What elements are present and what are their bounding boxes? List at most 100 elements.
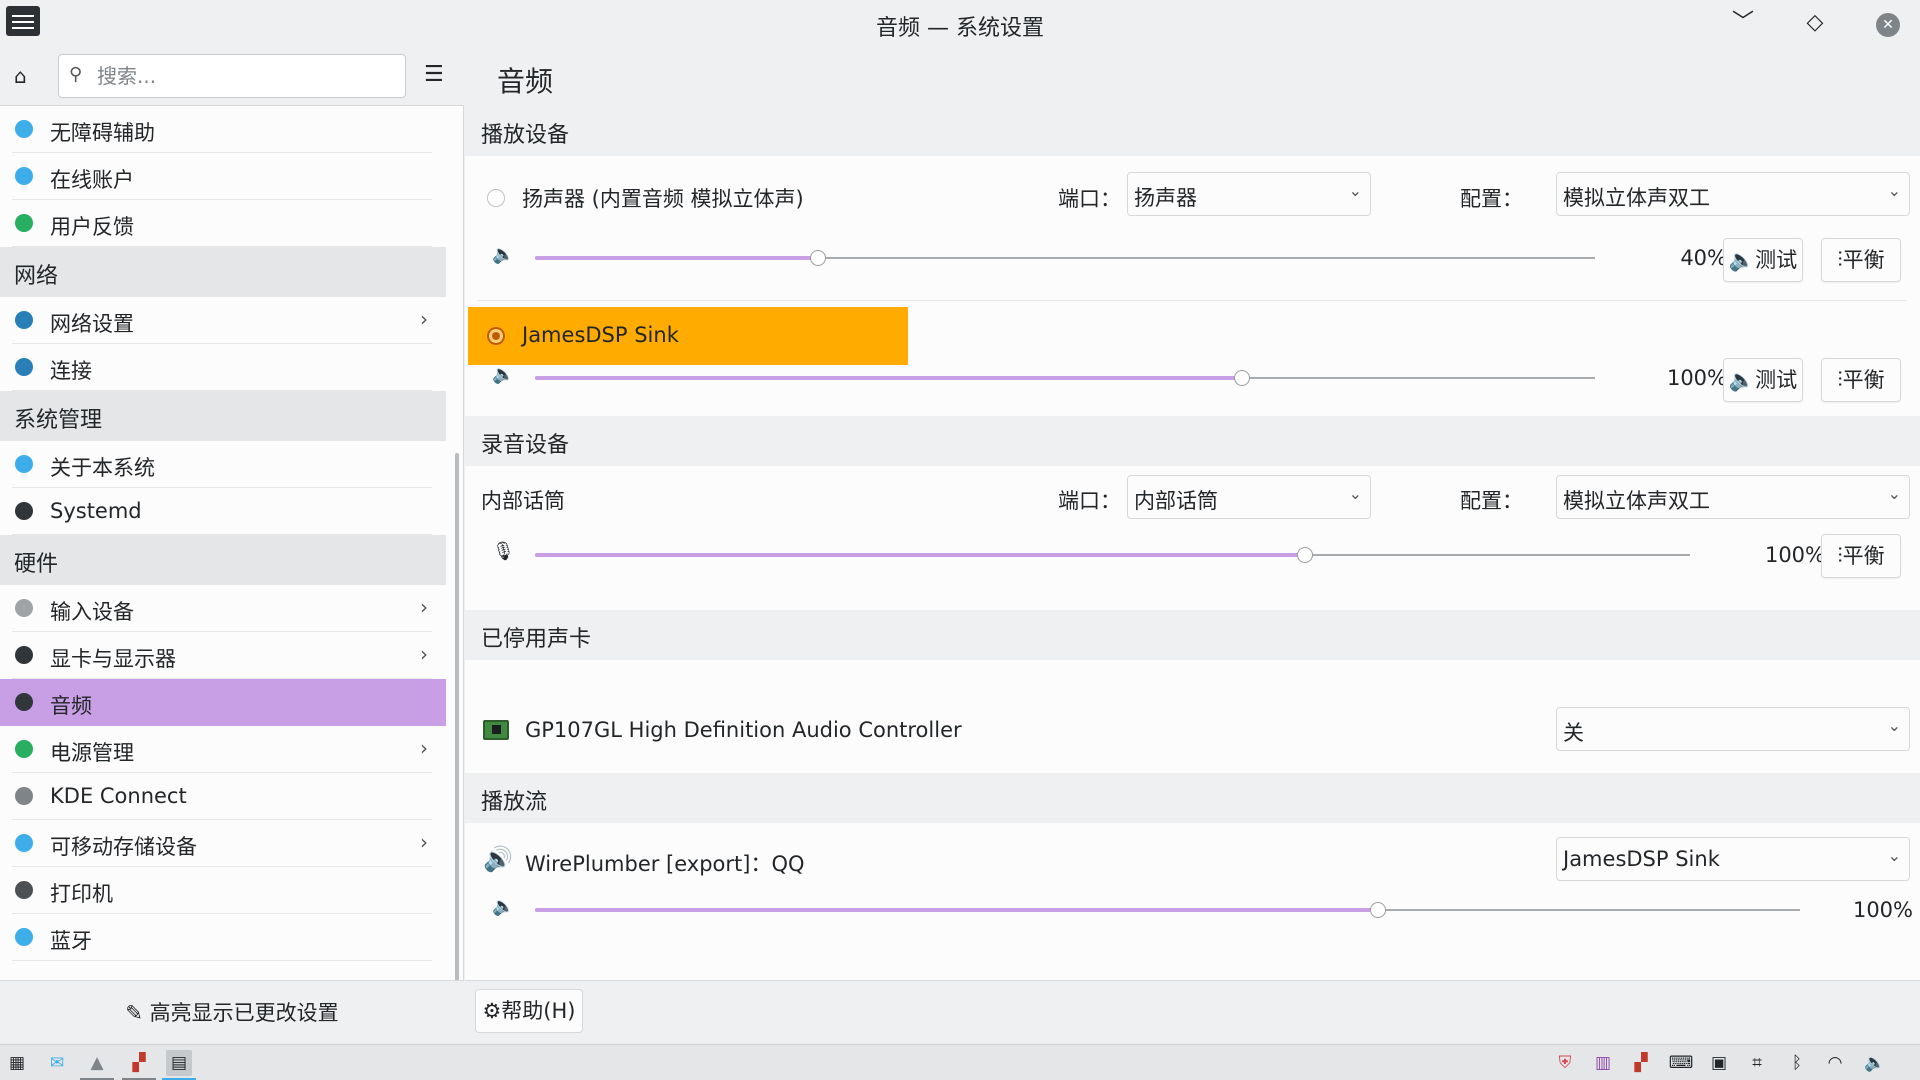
wifi-icon[interactable]: ◠ [1822, 1050, 1848, 1076]
device-name-speaker: 扬声器 (内置音频 模拟立体声) [522, 187, 804, 211]
profile-select-speaker[interactable]: 模拟立体声双工 ⌄ [1556, 172, 1910, 216]
slider-fill [535, 908, 1378, 912]
app-a-icon[interactable]: ▲ [84, 1050, 110, 1076]
sidebar-item[interactable]: 连接 [12, 344, 432, 391]
sidebar-item[interactable]: 音频 [0, 679, 446, 726]
slider-handle[interactable] [1234, 370, 1250, 386]
help-button[interactable]: ⚙帮助(H) [475, 989, 583, 1033]
section-playback-label: 播放设备 [481, 123, 570, 148]
close-button[interactable]: ✕ [1873, 8, 1903, 38]
sidebar-item-label: 打印机 [50, 882, 113, 906]
section-disabled-cards-label: 已停用声卡 [481, 627, 592, 652]
chevron-down-icon: ⌄ [1348, 484, 1362, 503]
sidebar-category: 硬件 [0, 535, 446, 585]
sidebar-item-label: 网络设置 [50, 312, 134, 336]
page-header: 音频 [465, 48, 1920, 106]
port-select-speaker[interactable]: 扬声器 ⌄ [1127, 172, 1371, 216]
chevron-down-icon: ⌄ [1887, 181, 1901, 200]
volume-slider-jamesdsp[interactable] [535, 368, 1595, 388]
home-button[interactable]: ⌂ [14, 64, 27, 88]
balance-button-jamesdsp[interactable]: ⫶平衡 [1821, 358, 1901, 402]
sidebar-item[interactable]: 关于本系统 [12, 441, 432, 488]
test-button-speaker[interactable]: 🔈测试 [1723, 238, 1803, 282]
search-box[interactable]: ⚲ [58, 54, 406, 98]
minimize-button[interactable]: ﹀ [1728, 8, 1758, 38]
audio-icon [15, 693, 33, 711]
profile-select-mic[interactable]: 模拟立体声双工 ⌄ [1556, 475, 1910, 519]
sidebar-item[interactable]: 打印机 [12, 867, 432, 914]
volume-slider-speaker[interactable] [535, 248, 1595, 268]
sidebar-item[interactable]: 网络设置 › [12, 297, 432, 344]
device-name-internal-mic: 内部话筒 [481, 489, 565, 513]
highlight-changed-settings-button[interactable]: ✎ 高亮显示已更改设置 [0, 997, 464, 1027]
slider-handle[interactable] [1370, 902, 1386, 918]
sidebar-item[interactable]: 蓝牙 [12, 914, 432, 961]
microphone-icon[interactable]: 🎙 [492, 541, 515, 562]
stream-target-select[interactable]: JamesDSP Sink ⌄ [1556, 837, 1910, 881]
sidebar-item[interactable]: KDE Connect [12, 773, 432, 820]
sidebar-item[interactable]: 显卡与显示器 › [12, 632, 432, 679]
printer-icon [15, 881, 33, 899]
test-button-jamesdsp[interactable]: 🔈测试 [1723, 358, 1803, 402]
sidebar-item[interactable]: 在线账户 [12, 153, 432, 200]
volume-percent-mic: 100% [1764, 543, 1825, 567]
volume-percent-jamesdsp: 100% [1666, 366, 1727, 390]
section-disabled-cards-header: 已停用声卡 [465, 610, 1920, 660]
sidebar-footer: ✎ 高亮显示已更改设置 [0, 980, 464, 1042]
sidebar-category: 系统管理 [0, 391, 446, 441]
sidebar-item[interactable]: Systemd [12, 488, 432, 535]
volume-percent-stream: 100% [1852, 898, 1913, 922]
title-bar: 音频 — 系统设置 ﹀ ◇ ✕ [0, 0, 1920, 48]
slider-handle[interactable] [810, 250, 826, 266]
sidebar-item[interactable]: 输入设备 › [12, 585, 432, 632]
sidebar-category-label: 硬件 [14, 552, 59, 577]
balance-button-speaker[interactable]: ⫶平衡 [1821, 238, 1901, 282]
keyboard-icon[interactable]: ⌗ [1744, 1050, 1770, 1076]
volume-tray-icon[interactable]: 🔈 [1862, 1050, 1888, 1076]
disabled-card-name: GP107GL High Definition Audio Controller [525, 718, 962, 742]
accessibility-icon [15, 120, 33, 138]
sidebar-item[interactable]: 用户反馈 [12, 200, 432, 247]
sidebar-item[interactable]: 可移动存储设备 › [12, 820, 432, 867]
audio-mixer-icon[interactable]: ▥ [1590, 1050, 1616, 1076]
search-input[interactable] [97, 61, 397, 91]
app-m-icon[interactable]: ▞ [126, 1050, 152, 1076]
default-device-radio-jamesdsp[interactable] [487, 327, 505, 345]
volume-icon[interactable]: 🔈 [492, 364, 514, 385]
mail-app-icon[interactable]: ✉ [44, 1050, 70, 1076]
terminal-icon[interactable]: ⌨ [1668, 1050, 1694, 1076]
security-shield-icon[interactable]: ⛨ [1552, 1050, 1578, 1076]
volume-slider-mic[interactable] [535, 545, 1690, 565]
port-select-mic[interactable]: 内部话筒 ⌄ [1127, 475, 1371, 519]
sidebar-item[interactable]: 无障碍辅助 [12, 106, 432, 153]
device-divider [477, 300, 1907, 301]
sidebar-category-label: 系统管理 [14, 408, 103, 433]
home-icon: ⌂ [14, 64, 27, 88]
volume-slider-stream[interactable] [535, 900, 1800, 920]
default-device-radio-speaker[interactable] [487, 189, 505, 207]
balance-button-mic[interactable]: ⫶平衡 [1821, 534, 1901, 578]
maximize-button[interactable]: ◇ [1800, 8, 1830, 38]
volume-icon[interactable]: 🔈 [492, 244, 514, 265]
sidebar-item[interactable]: 电源管理 › [12, 726, 432, 773]
search-icon: ⚲ [69, 64, 83, 85]
monitor-icon [15, 646, 33, 664]
power-icon [15, 740, 33, 758]
slider-fill [535, 256, 818, 260]
hamburger-menu-button[interactable]: ☰ [424, 62, 444, 87]
app-m-tray-icon[interactable]: ▞ [1628, 1050, 1654, 1076]
sidebar-scrollbar[interactable] [455, 453, 459, 983]
section-streams-header: 播放流 [465, 773, 1920, 823]
slider-handle[interactable] [1297, 547, 1313, 563]
profile-select-value: 模拟立体声双工 [1563, 489, 1710, 513]
volume-icon[interactable]: 🔈 [492, 896, 514, 917]
application-launcher-icon[interactable]: ▦ [4, 1050, 30, 1076]
bluetooth-icon[interactable]: ᛒ [1784, 1050, 1810, 1076]
clipboard-icon[interactable]: ▣ [1706, 1050, 1732, 1076]
system-settings-task-icon[interactable]: ▤ [166, 1050, 192, 1076]
page-title: 音频 [497, 65, 554, 98]
sidebar-item-label: 蓝牙 [50, 929, 92, 953]
card-profile-select[interactable]: 关 ⌄ [1556, 707, 1910, 751]
bluetooth-icon [15, 928, 33, 946]
systemd-icon [15, 502, 33, 520]
